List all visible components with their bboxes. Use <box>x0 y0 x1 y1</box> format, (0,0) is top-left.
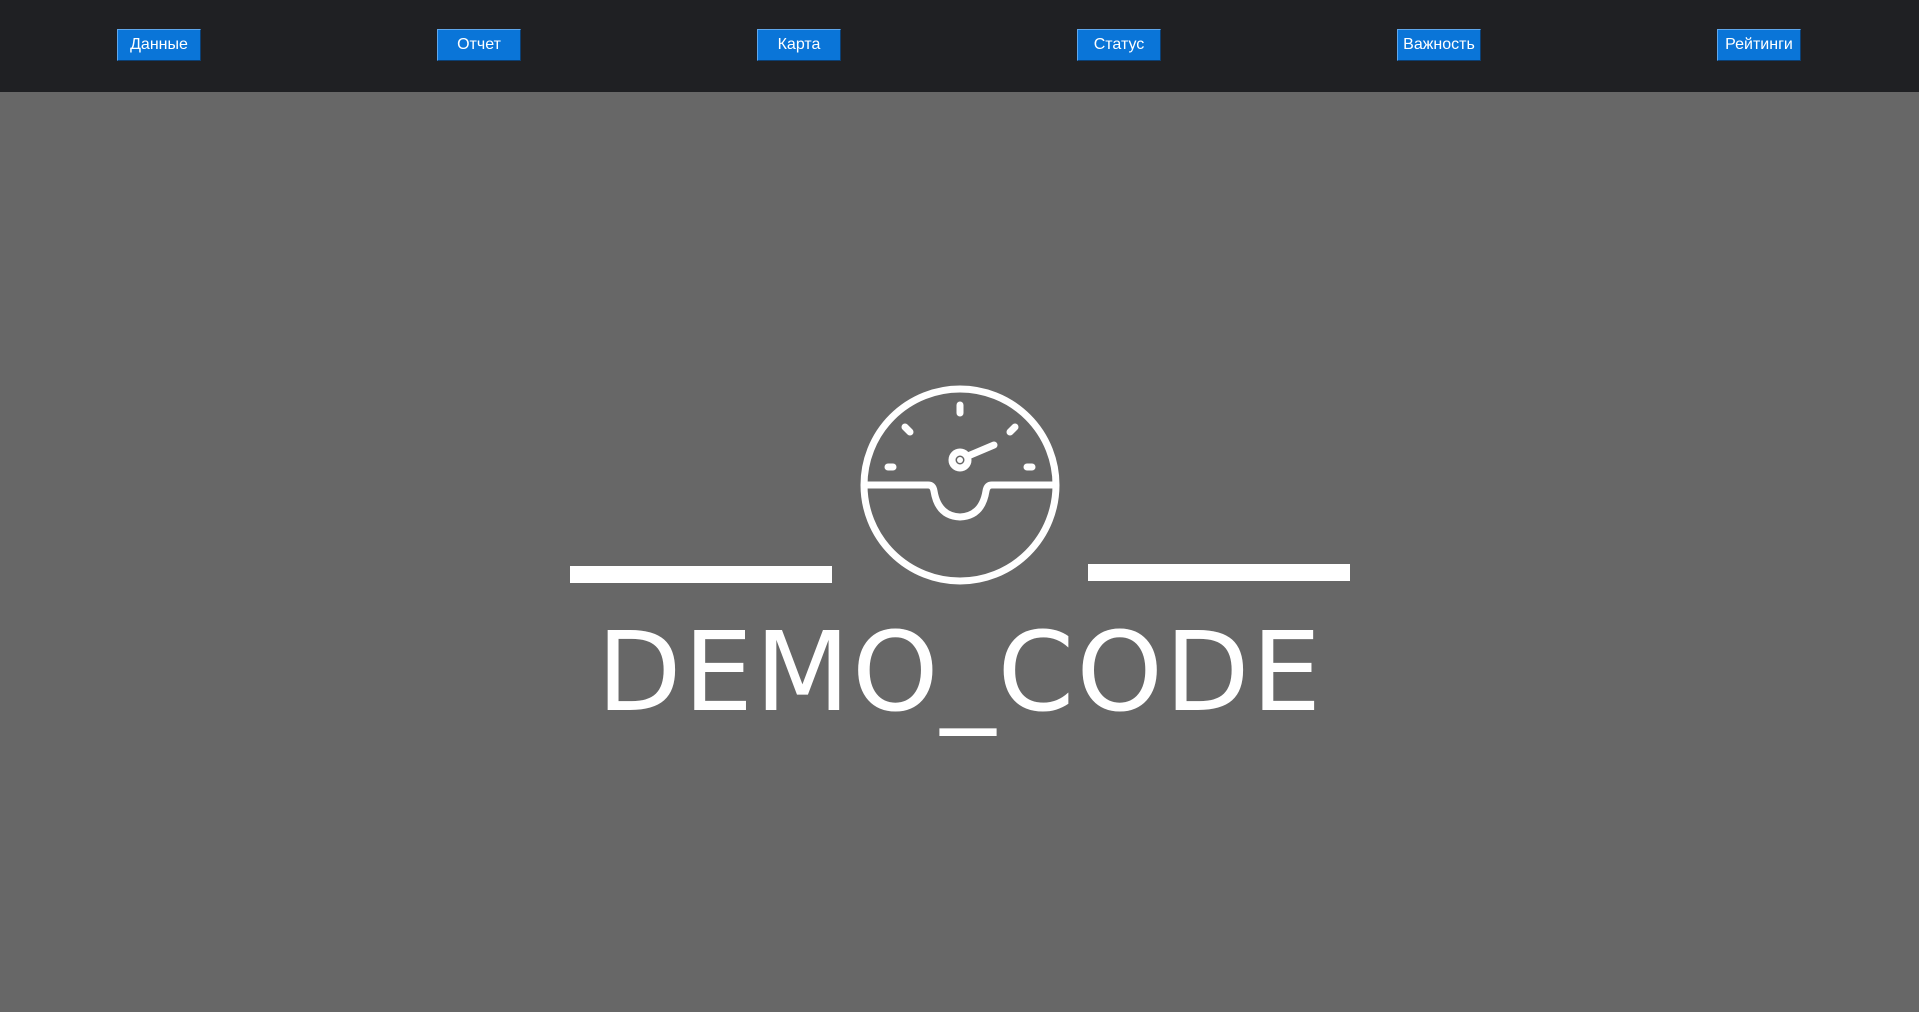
nav-button-data[interactable]: Данные <box>117 29 201 61</box>
gauge-icon <box>860 385 1060 585</box>
top-navigation-bar: Данные Отчет Карта Статус Важность Рейти… <box>0 0 1919 92</box>
logo-left-bar <box>570 566 832 583</box>
nav-button-map[interactable]: Карта <box>757 29 841 61</box>
nav-button-ratings[interactable]: Рейтинги <box>1717 29 1801 61</box>
logo-graphic <box>570 385 1350 585</box>
logo-wordmark: DEMO_CODE <box>596 608 1324 736</box>
gauge-pivot <box>957 457 963 463</box>
nav-button-report[interactable]: Отчет <box>437 29 521 61</box>
logo-right-bar <box>1088 564 1350 581</box>
nav-button-status[interactable]: Статус <box>1077 29 1161 61</box>
demo-code-logo: DEMO_CODE <box>560 380 1360 740</box>
nav-button-importance[interactable]: Важность <box>1397 29 1481 61</box>
